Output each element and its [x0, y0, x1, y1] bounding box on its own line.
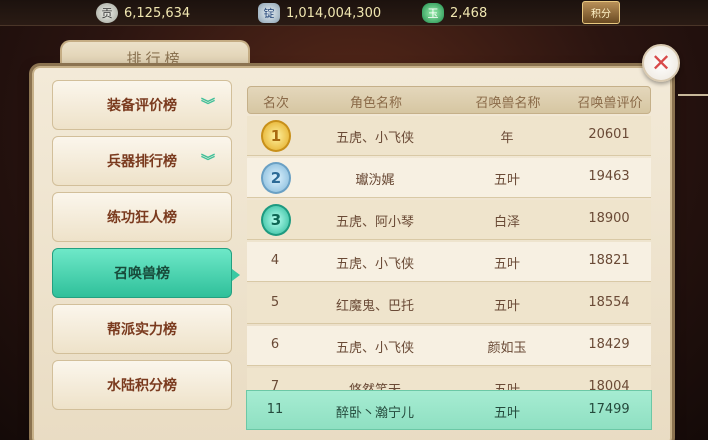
gold-medal-icon: 1	[261, 120, 291, 152]
nav-item-equipment-rating[interactable]: 装备评价榜 ︾	[52, 80, 232, 130]
chevron-down-icon[interactable]: ︾	[197, 96, 219, 114]
nav-item-label: 兵器排行榜	[107, 154, 177, 170]
ingot-value: 1,014,004,300	[286, 5, 382, 21]
cell-beast-rating: 18821	[588, 253, 630, 268]
nav-item-guild-strength-ranking[interactable]: 帮派实力榜	[52, 304, 232, 354]
cell-beast-rating: 19463	[588, 169, 630, 184]
cell-beast-rating: 18429	[588, 337, 630, 352]
cell-role-name: 瓛沩娓	[355, 173, 395, 188]
nav-item-training-ranking[interactable]: 练功狂人榜	[52, 192, 232, 242]
cell-beast-name: 五叶	[493, 406, 520, 421]
silver-medal-icon: 2	[261, 162, 291, 194]
close-button[interactable]: ✕	[642, 44, 680, 82]
nav-item-label: 练功狂人榜	[107, 210, 177, 226]
currency-bar: 贡 6,125,634 锭 1,014,004,300 玉 2,468 积分	[0, 0, 708, 26]
cell-role-name: 五虎、小飞侠	[335, 341, 414, 356]
header-role-name: 角色名称	[349, 96, 402, 111]
chevron-down-icon[interactable]: ︾	[197, 152, 219, 170]
cell-role-name: 五虎、小飞侠	[335, 257, 414, 272]
cell-beast-name: 五叶	[493, 299, 520, 314]
cell-rank: 6	[270, 337, 280, 352]
cell-beast-name: 五叶	[493, 257, 520, 272]
decorative-line	[678, 94, 708, 96]
cell-role-name: 五虎、小飞侠	[335, 131, 414, 146]
table-row[interactable]: 1 五虎、小飞侠 年 20601	[247, 116, 651, 156]
points-button[interactable]: 积分	[582, 1, 620, 24]
cell-beast-rating: 17499	[588, 402, 630, 417]
silver-ingot-icon: 锭	[258, 3, 280, 23]
table-row[interactable]: 4 五虎、小飞侠 五叶 18821	[247, 242, 651, 282]
header-beast-rating: 召唤兽评价	[577, 96, 643, 111]
cell-beast-name: 年	[500, 131, 514, 146]
silver-value: 6,125,634	[124, 5, 191, 21]
header-beast-name: 召唤兽名称	[475, 96, 541, 111]
bronze-medal-icon: 3	[261, 204, 291, 236]
nav-item-weapon-ranking[interactable]: 兵器排行榜 ︾	[52, 136, 232, 186]
close-icon: ✕	[650, 49, 672, 77]
table-row[interactable]: 3 五虎、阿小琴 白泽 18900	[247, 200, 651, 240]
jade-value: 2,468	[450, 5, 488, 21]
cell-rank: 4	[270, 253, 280, 268]
cell-beast-name: 白泽	[493, 215, 520, 230]
table-row[interactable]: 2 瓛沩娓 五叶 19463	[247, 158, 651, 198]
cell-beast-rating: 18554	[588, 295, 630, 310]
cell-beast-name: 五叶	[493, 173, 520, 188]
cell-beast-name: 颜如玉	[487, 341, 527, 356]
cell-rank: 11	[266, 402, 284, 417]
cell-beast-rating: 18900	[588, 211, 630, 226]
silver-coin-icon: 贡	[96, 3, 118, 23]
cell-role-name: 五虎、阿小琴	[335, 215, 414, 230]
cell-role-name: 红魔鬼、巴托	[335, 299, 414, 314]
jade-icon: 玉	[422, 3, 444, 23]
my-rank-row[interactable]: 11 醉卧丶瀚宁儿 五叶 17499	[246, 390, 652, 430]
nav-item-label: 帮派实力榜	[107, 322, 177, 338]
nav-item-water-land-points-ranking[interactable]: 水陆积分榜	[52, 360, 232, 410]
jade-currency: 玉 2,468	[422, 2, 487, 24]
nav-item-label: 装备评价榜	[107, 98, 177, 114]
nav-item-label: 水陆积分榜	[107, 378, 177, 394]
table-row[interactable]: 6 五虎、小飞侠 颜如玉 18429	[247, 326, 651, 366]
cell-role-name: 醉卧丶瀚宁儿	[335, 406, 414, 421]
cell-rank: 5	[270, 295, 280, 310]
ingot-currency: 锭 1,014,004,300	[258, 2, 381, 24]
nav-item-summon-beast-ranking[interactable]: 召唤兽榜	[52, 248, 240, 298]
table-header: 名次 角色名称 召唤兽名称 召唤兽评价	[247, 86, 651, 114]
cell-beast-rating: 20601	[588, 127, 630, 142]
table-row[interactable]: 5 红魔鬼、巴托 五叶 18554	[247, 284, 651, 324]
nav-item-label: 召唤兽榜	[114, 266, 170, 282]
header-rank: 名次	[262, 96, 289, 111]
silver-currency: 贡 6,125,634	[96, 2, 190, 24]
